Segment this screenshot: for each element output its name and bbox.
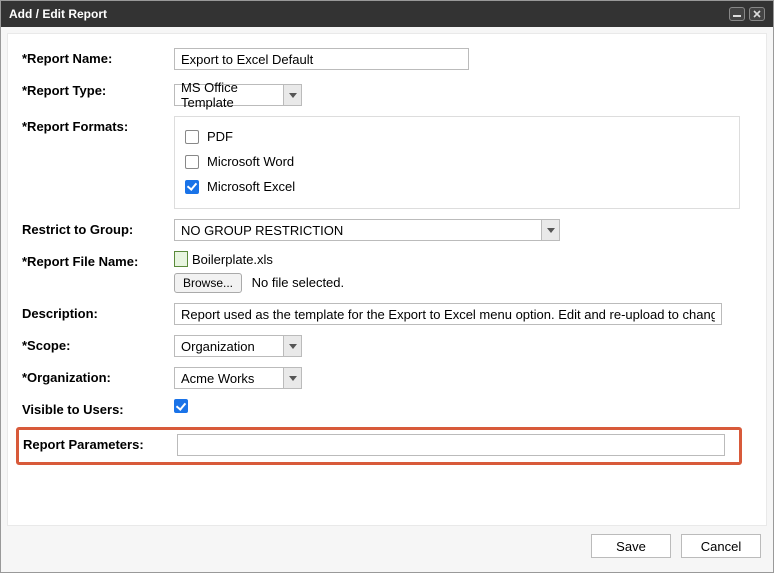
label-restrict-group: Restrict to Group: bbox=[22, 219, 174, 237]
excel-file-icon bbox=[174, 251, 188, 267]
chevron-down-icon bbox=[283, 85, 301, 105]
label-report-parameters: Report Parameters: bbox=[23, 434, 177, 452]
form-area: *Report Name: *Report Type: MS Office Te… bbox=[7, 33, 767, 526]
label-description: Description: bbox=[22, 303, 174, 321]
report-parameters-highlight: Report Parameters: bbox=[16, 427, 742, 465]
label-visible-to-users: Visible to Users: bbox=[22, 399, 174, 417]
checkbox-pdf-label: PDF bbox=[207, 129, 233, 144]
label-report-type: *Report Type: bbox=[22, 80, 174, 98]
chevron-down-icon bbox=[283, 368, 301, 388]
chevron-down-icon bbox=[283, 336, 301, 356]
report-type-select[interactable]: MS Office Template bbox=[174, 84, 302, 106]
checkbox-pdf[interactable] bbox=[185, 130, 199, 144]
checkbox-excel-label: Microsoft Excel bbox=[207, 179, 295, 194]
save-button[interactable]: Save bbox=[591, 534, 671, 558]
dialog-footer: Save Cancel bbox=[7, 526, 767, 566]
label-organization: *Organization: bbox=[22, 367, 174, 385]
organization-select[interactable]: Acme Works bbox=[174, 367, 302, 389]
restrict-group-value: NO GROUP RESTRICTION bbox=[175, 220, 541, 240]
chevron-down-icon bbox=[541, 220, 559, 240]
restrict-group-select[interactable]: NO GROUP RESTRICTION bbox=[174, 219, 560, 241]
organization-value: Acme Works bbox=[175, 368, 283, 388]
cancel-button[interactable]: Cancel bbox=[681, 534, 761, 558]
checkbox-excel[interactable] bbox=[185, 180, 199, 194]
label-report-formats: *Report Formats: bbox=[22, 116, 174, 134]
scope-select[interactable]: Organization bbox=[174, 335, 302, 357]
checkbox-word-label: Microsoft Word bbox=[207, 154, 294, 169]
browse-button[interactable]: Browse... bbox=[174, 273, 242, 293]
description-input[interactable] bbox=[174, 303, 722, 325]
label-report-file-name: *Report File Name: bbox=[22, 251, 174, 269]
checkbox-word[interactable] bbox=[185, 155, 199, 169]
titlebar: Add / Edit Report bbox=[1, 1, 773, 27]
report-formats-group: PDF Microsoft Word Microsoft Excel bbox=[174, 116, 740, 209]
report-type-value: MS Office Template bbox=[175, 85, 283, 105]
minimize-icon[interactable] bbox=[729, 7, 745, 21]
checkbox-visible-to-users[interactable] bbox=[174, 399, 188, 413]
titlebar-controls bbox=[729, 7, 765, 21]
dialog-body: *Report Name: *Report Type: MS Office Te… bbox=[1, 27, 773, 572]
scope-value: Organization bbox=[175, 336, 283, 356]
label-report-name: *Report Name: bbox=[22, 48, 174, 66]
report-name-input[interactable] bbox=[174, 48, 469, 70]
report-parameters-input[interactable] bbox=[177, 434, 725, 456]
dialog-title: Add / Edit Report bbox=[9, 7, 107, 21]
label-scope: *Scope: bbox=[22, 335, 174, 353]
close-icon[interactable] bbox=[749, 7, 765, 21]
report-file-name-value: Boilerplate.xls bbox=[192, 252, 273, 267]
file-status-text: No file selected. bbox=[252, 275, 345, 290]
dialog-window: Add / Edit Report *Report Name: *Report … bbox=[0, 0, 774, 573]
